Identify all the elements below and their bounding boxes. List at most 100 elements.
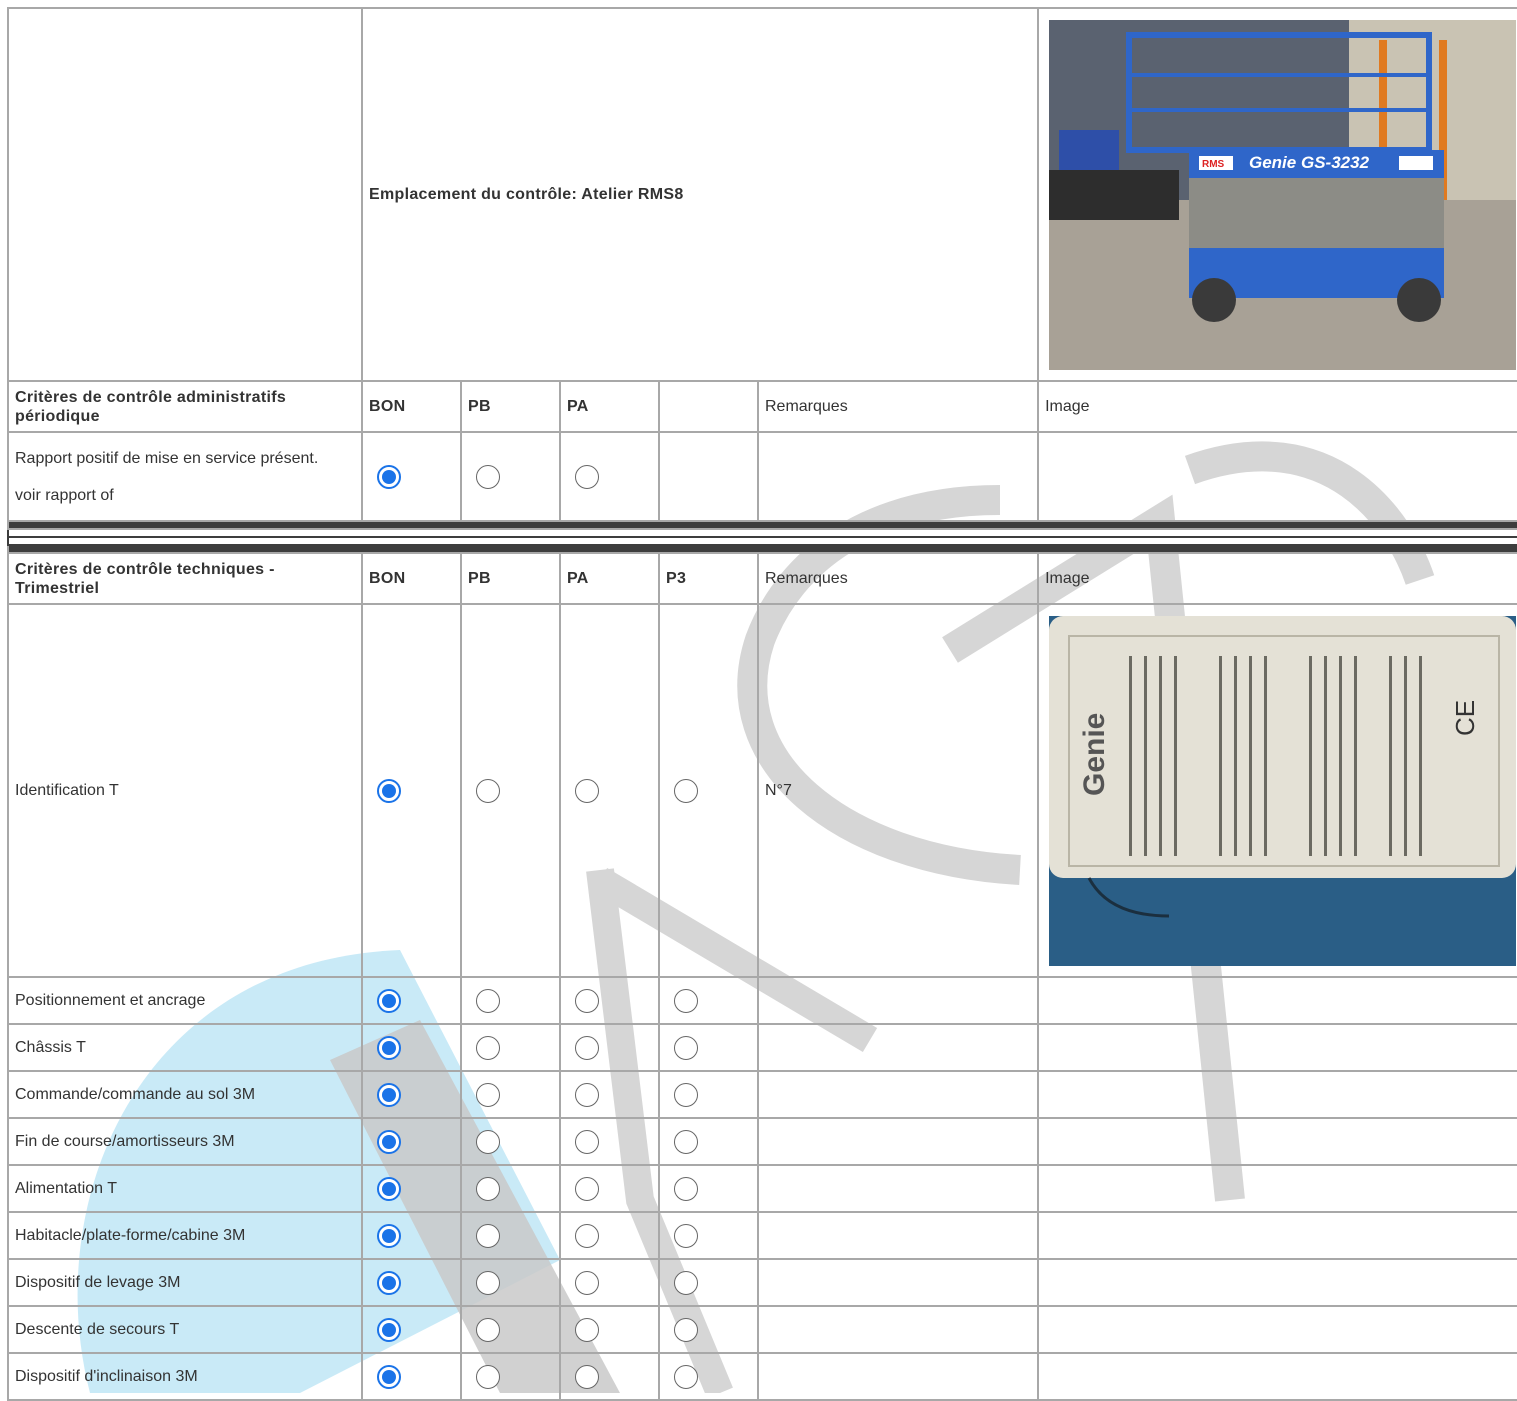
tech-row: Habitacle/plate-forme/cabine 3M	[7, 1211, 1517, 1260]
empty-cell	[658, 431, 759, 522]
ce-mark-text: CE	[1450, 699, 1480, 735]
col-image: Image	[1037, 380, 1517, 433]
tech-row-label: Descente de secours T	[7, 1305, 363, 1354]
svg-text:RMS: RMS	[1202, 159, 1225, 170]
radio-bon[interactable]	[377, 1129, 401, 1154]
tech-row-label: Fin de course/amortisseurs 3M	[7, 1117, 363, 1166]
radio-bon[interactable]	[377, 778, 401, 803]
tech-row-label: Dispositif de levage 3M	[7, 1258, 363, 1307]
image-cell	[1037, 1164, 1517, 1213]
tech-row-remark	[756, 1164, 1040, 1213]
tech-row-label: Commande/commande au sol 3M	[7, 1070, 363, 1119]
radio-p3[interactable]	[674, 1129, 698, 1154]
col-pa: PA	[559, 380, 660, 433]
radio-pb[interactable]	[476, 1082, 500, 1107]
radio-pa[interactable]	[575, 1270, 599, 1295]
admin-heading: Critères de contrôle administratifs péri…	[7, 380, 363, 433]
tech-row-remark	[756, 1211, 1040, 1260]
radio-pb[interactable]	[476, 464, 500, 489]
radio-pa[interactable]	[575, 1082, 599, 1107]
radio-pb[interactable]	[476, 1129, 500, 1154]
tech-row-label: Positionnement et ancrage	[7, 976, 363, 1025]
radio-pa[interactable]	[575, 988, 599, 1013]
admin-row: Rapport positif de mise en service prése…	[7, 431, 1517, 522]
radio-p3[interactable]	[674, 1364, 698, 1389]
radio-bon[interactable]	[377, 464, 401, 489]
separator-band	[6, 528, 1517, 538]
radio-p3[interactable]	[674, 1223, 698, 1248]
radio-bon[interactable]	[377, 1317, 401, 1342]
plate-brand-text: Genie	[1078, 712, 1111, 795]
radio-p3[interactable]	[674, 1317, 698, 1342]
col-remarks: Remarques	[756, 552, 1040, 605]
radio-pb[interactable]	[476, 778, 500, 803]
col-image: Image	[1037, 552, 1517, 605]
radio-pb[interactable]	[476, 1364, 500, 1389]
radio-pb[interactable]	[476, 1270, 500, 1295]
radio-pb[interactable]	[476, 1176, 500, 1201]
machine-photo: Genie GS-3232 RMS	[1049, 19, 1517, 370]
inspection-location: Emplacement du contrôle: Atelier RMS8	[360, 7, 1040, 382]
tech-row-remark	[756, 1023, 1040, 1072]
tech-row: Châssis T	[7, 1023, 1517, 1072]
inspection-table: Emplacement du contrôle: Atelier RMS8 Ge…	[6, 7, 1517, 1401]
admin-header-row: Critères de contrôle administratifs péri…	[7, 380, 1517, 433]
tech-row-label: Châssis T	[7, 1023, 363, 1072]
radio-pb[interactable]	[476, 1223, 500, 1248]
radio-p3[interactable]	[674, 1270, 698, 1295]
label-plate-cell: Genie CE	[1037, 603, 1517, 978]
radio-bon[interactable]	[377, 1082, 401, 1107]
tech-row: Fin de course/amortisseurs 3M	[7, 1117, 1517, 1166]
radio-pa[interactable]	[575, 1129, 599, 1154]
radio-bon[interactable]	[377, 1270, 401, 1295]
radio-pa[interactable]	[575, 1176, 599, 1201]
radio-pb[interactable]	[476, 988, 500, 1013]
tech-row-remark	[756, 976, 1040, 1025]
radio-p3[interactable]	[674, 1176, 698, 1201]
image-cell	[1037, 1117, 1517, 1166]
radio-pa[interactable]	[575, 778, 599, 803]
tech-row-remark	[756, 1305, 1040, 1354]
radio-p3[interactable]	[674, 778, 698, 803]
radio-p3[interactable]	[674, 988, 698, 1013]
radio-bon[interactable]	[377, 988, 401, 1013]
tech-row: Commande/commande au sol 3M	[7, 1070, 1517, 1119]
image-cell	[1037, 1258, 1517, 1307]
radio-p3[interactable]	[674, 1082, 698, 1107]
label-plate-photo: Genie CE	[1049, 615, 1517, 966]
tech-row: Dispositif de levage 3M	[7, 1258, 1517, 1307]
tech-row-remark	[756, 1258, 1040, 1307]
tech-row: Alimentation T	[7, 1164, 1517, 1213]
col-empty	[658, 380, 759, 433]
radio-bon[interactable]	[377, 1364, 401, 1389]
image-cell	[1037, 1070, 1517, 1119]
image-cell	[1037, 1211, 1517, 1260]
radio-p3[interactable]	[674, 1035, 698, 1060]
radio-bon[interactable]	[377, 1176, 401, 1201]
tech-row-remark: N°7	[756, 603, 1040, 978]
separator-band	[6, 520, 1517, 530]
radio-pa[interactable]	[575, 1317, 599, 1342]
col-bon: BON	[361, 552, 462, 605]
tech-row: Descente de secours T	[7, 1305, 1517, 1354]
radio-pa[interactable]	[575, 1364, 599, 1389]
radio-bon[interactable]	[377, 1223, 401, 1248]
tech-heading: Critères de contrôle techniques - Trimes…	[7, 552, 363, 605]
col-remarks: Remarques	[756, 380, 1040, 433]
tech-row: Positionnement et ancrage	[7, 976, 1517, 1025]
radio-pb[interactable]	[476, 1035, 500, 1060]
tech-row: Identification T N°7 Genie CE	[7, 603, 1517, 978]
radio-pb[interactable]	[476, 1317, 500, 1342]
radio-pa[interactable]	[575, 1223, 599, 1248]
tech-row-label: Habitacle/plate-forme/cabine 3M	[7, 1211, 363, 1260]
col-pb: PB	[460, 552, 561, 605]
image-cell	[1037, 976, 1517, 1025]
admin-row-label: Rapport positif de mise en service prése…	[7, 431, 363, 522]
radio-pa[interactable]	[575, 1035, 599, 1060]
machine-plate-text: Genie GS-3232	[1249, 153, 1370, 172]
image-cell	[1037, 431, 1517, 522]
remarks-cell	[756, 431, 1040, 522]
radio-pa[interactable]	[575, 464, 599, 489]
image-cell	[1037, 1023, 1517, 1072]
radio-bon[interactable]	[377, 1035, 401, 1060]
